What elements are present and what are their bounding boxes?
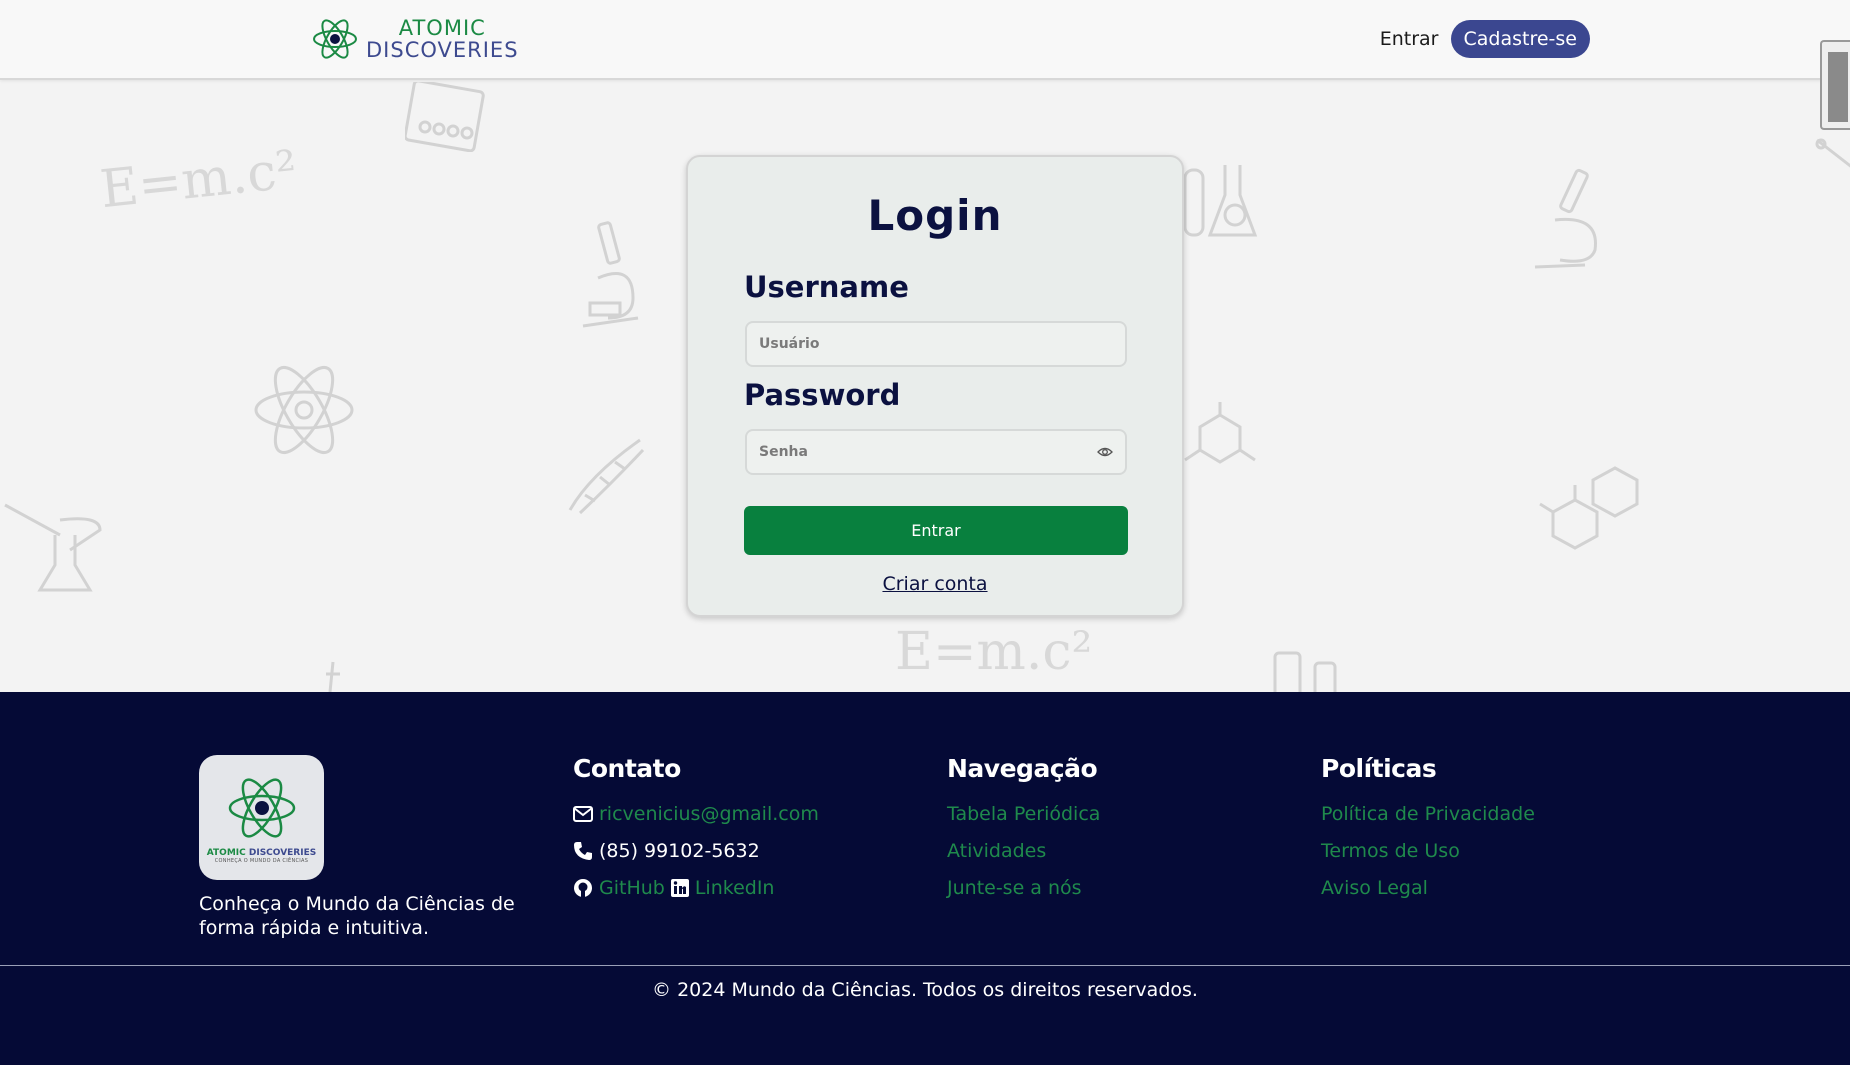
login-link[interactable]: Entrar [1380, 28, 1439, 50]
create-account-link[interactable]: Criar conta [688, 573, 1182, 595]
nav-join-us-link[interactable]: Junte-se a nós [947, 877, 1082, 899]
nav-activities-link[interactable]: Atividades [947, 840, 1046, 862]
hexagon-molecule-doodle [1535, 460, 1650, 559]
contact-email-link[interactable]: ricvenicius@gmail.com [599, 803, 819, 825]
pendulum-doodle [403, 79, 485, 156]
brand-name-line1: ATOMIC [398, 16, 486, 40]
atom-icon [228, 777, 295, 838]
password-input[interactable] [747, 431, 1125, 473]
nav-periodic-table-link[interactable]: Tabela Periódica [947, 803, 1100, 825]
atom-icon [313, 19, 357, 59]
flask-doodle [318, 660, 348, 696]
footer-navigation-column: Navegação Tabela Periódica Atividades Ju… [947, 754, 1100, 906]
legal-notice-link[interactable]: Aviso Legal [1321, 877, 1428, 899]
eye-icon[interactable] [1097, 444, 1113, 460]
linkedin-link[interactable]: LinkedIn [695, 877, 775, 899]
footer-logo-line2: DISCOVERIES [248, 847, 317, 858]
tubes-doodle [1270, 648, 1345, 705]
contact-heading: Contato [573, 754, 681, 783]
password-label: Password [744, 378, 901, 412]
terms-of-use-link[interactable]: Termos de Uso [1321, 840, 1460, 862]
login-card: Login Username Password Entrar Criar con… [686, 155, 1184, 617]
site-footer: ATOMIC DISCOVERIES CONHEÇA O MUNDO DA CI… [0, 692, 1850, 1065]
envelope-icon [573, 805, 593, 822]
flasks-doodle [1180, 155, 1260, 249]
brand-name-line2: DISCOVERIES [366, 38, 519, 62]
policies-heading: Políticas [1321, 754, 1437, 783]
github-icon [574, 878, 592, 897]
login-submit-button[interactable]: Entrar [744, 506, 1128, 555]
copyright-text: © 2024 Mundo da Ciências. Todos os direi… [652, 979, 1198, 1001]
lab-equipment-doodle [0, 495, 110, 599]
navigation-heading: Navegação [947, 754, 1098, 783]
username-field-wrapper [745, 321, 1127, 367]
dropper-doodle [1815, 138, 1850, 182]
footer-description: Conheça o Mundo da Ciências de forma ráp… [199, 893, 515, 939]
privacy-policy-link[interactable]: Política de Privacidade [1321, 803, 1535, 825]
formula-doodle: E=m.c² [895, 622, 1093, 682]
footer-logo-line1: ATOMIC [206, 847, 246, 858]
contact-phone: (85) 99102-5632 [599, 839, 760, 862]
molecule-doodle [1180, 400, 1260, 484]
top-navbar: ATOMIC DISCOVERIES Entrar Cadastre-se [0, 0, 1850, 130]
linkedin-icon [670, 878, 689, 897]
atom-doodle [252, 358, 357, 467]
footer-policies-column: Políticas Política de Privacidade Termos… [1321, 754, 1535, 906]
footer-logo: ATOMIC DISCOVERIES CONHEÇA O MUNDO DA CI… [199, 755, 324, 880]
formula-doodle: E=m.c² [97, 139, 300, 221]
footer-contact-column: Contato ricvenicius@gmail.com (85) 99102… [573, 754, 819, 906]
username-input[interactable] [747, 323, 1125, 365]
microscope-doodle [578, 218, 648, 337]
microscope-doodle [1530, 165, 1610, 279]
brand-logo-link[interactable]: ATOMIC DISCOVERIES [312, 14, 519, 64]
password-field-wrapper [745, 429, 1127, 475]
footer-logo-subtitle: CONHEÇA O MUNDO DA CIÊNCIAS [214, 857, 309, 864]
dna-doodle [565, 435, 645, 519]
footer-divider [0, 965, 1850, 966]
login-title: Login [867, 191, 1003, 240]
side-widget-tab[interactable] [1820, 40, 1850, 130]
username-label: Username [744, 270, 909, 304]
github-link[interactable]: GitHub [599, 877, 665, 899]
phone-icon [574, 841, 592, 860]
signup-button[interactable]: Cadastre-se [1450, 20, 1590, 58]
